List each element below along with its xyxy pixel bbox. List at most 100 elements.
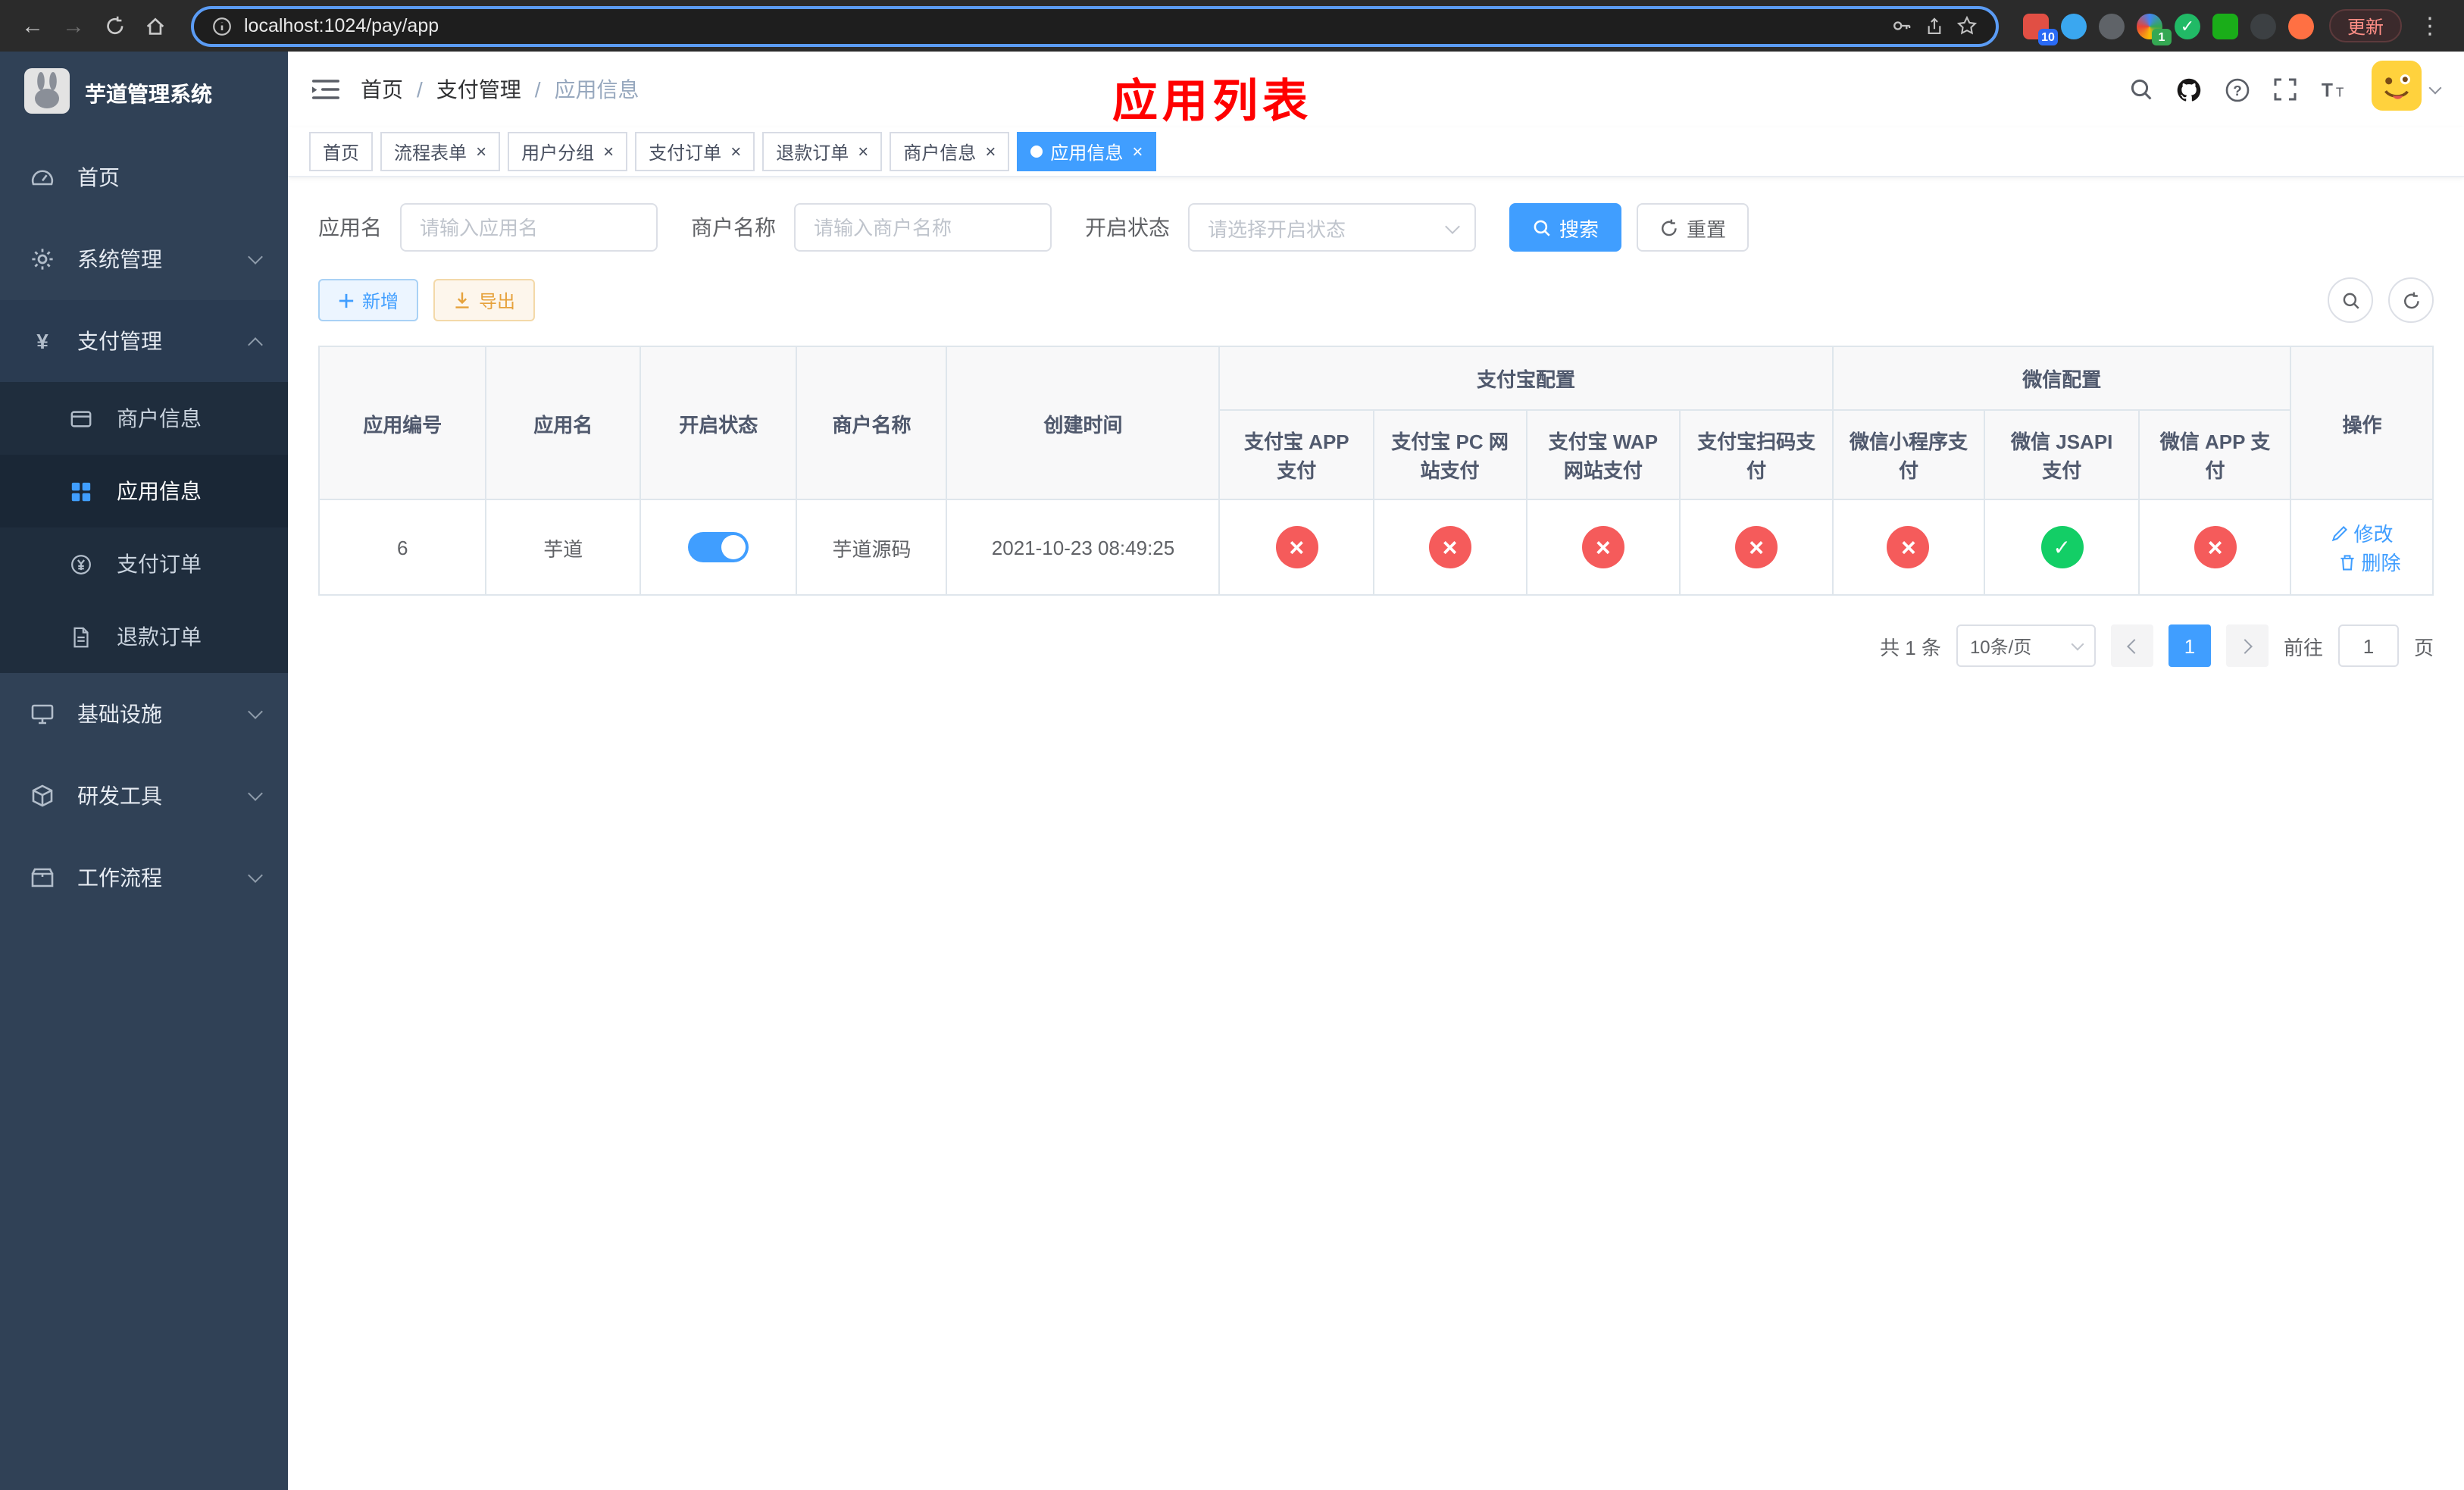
bookmark-star-icon[interactable] xyxy=(1956,15,1978,36)
extension-icon-6[interactable] xyxy=(2212,13,2238,39)
url-text[interactable]: localhost:1024/pay/app xyxy=(244,15,1879,36)
filter-app-name: 应用名 xyxy=(318,203,658,252)
delete-button[interactable]: 删除 xyxy=(2338,547,2400,576)
sidebar-item-app-info[interactable]: 应用信息 xyxy=(0,455,288,527)
browser-menu-icon[interactable]: ⋮ xyxy=(2408,12,2452,39)
sidebar-item-payment[interactable]: ¥ 支付管理 xyxy=(0,300,288,382)
page-number-current[interactable]: 1 xyxy=(2168,624,2211,667)
sidebar-item-dev-tools[interactable]: 研发工具 xyxy=(0,755,288,837)
active-dot xyxy=(1030,146,1043,158)
extension-icon-4[interactable]: 1 xyxy=(2136,13,2172,45)
tab-home[interactable]: 首页 xyxy=(309,132,374,171)
browser-update-button[interactable]: 更新 xyxy=(2328,9,2402,42)
extension-icon-8[interactable] xyxy=(2287,13,2314,39)
search-button[interactable]: 搜索 xyxy=(1509,203,1622,252)
status-toggle[interactable] xyxy=(688,532,749,562)
col-header-alipay-wap: 支付宝 WAP 网站支付 xyxy=(1525,409,1681,500)
extension-icon-2[interactable] xyxy=(2060,13,2087,39)
prev-page-button[interactable] xyxy=(2110,624,2153,667)
fullscreen-icon[interactable] xyxy=(2273,77,2297,102)
key-icon[interactable] xyxy=(1891,15,1912,36)
trash-icon xyxy=(2340,554,2355,570)
user-menu[interactable] xyxy=(2372,61,2442,118)
browser-reload-button[interactable] xyxy=(94,5,135,46)
cell-wechat-app xyxy=(2138,499,2292,596)
goto-label: 前往 xyxy=(2283,636,2323,659)
tab-merchant-info[interactable]: 商户信息 × xyxy=(890,132,1010,171)
tab-label: 首页 xyxy=(323,142,360,163)
sidebar-item-workflow[interactable]: 工作流程 xyxy=(0,837,288,919)
close-icon[interactable]: × xyxy=(985,142,996,161)
tab-app-info[interactable]: 应用信息 × xyxy=(1017,132,1157,171)
tab-pay-order[interactable]: 支付订单 × xyxy=(635,132,755,171)
reset-button-label: 重置 xyxy=(1687,218,1727,240)
browser-home-button[interactable] xyxy=(135,5,176,46)
sidebar-item-label: 工作流程 xyxy=(77,866,162,890)
export-button-label: 导出 xyxy=(479,290,516,311)
sidebar-toggle-icon[interactable] xyxy=(312,77,339,102)
breadcrumb-item-payment[interactable]: 支付管理 xyxy=(436,74,521,105)
chevron-down-icon xyxy=(248,868,263,883)
sidebar-item-pay-order[interactable]: 支付订单 xyxy=(0,527,288,600)
tab-process-form[interactable]: 流程表单 × xyxy=(380,132,501,171)
url-bar[interactable]: localhost:1024/pay/app xyxy=(191,5,1999,46)
col-header-merchant: 商户名称 xyxy=(796,346,948,500)
add-button[interactable]: 新增 xyxy=(318,279,419,321)
status-select[interactable]: 请选择开启状态 xyxy=(1188,203,1476,252)
refresh-icon xyxy=(2403,291,2419,308)
app-frame: 芋道管理系统 首页 系统管理 ¥ 支付管理 商户信息 应用信息 支付订单 退款订… xyxy=(0,52,2464,1490)
chevron-down-icon xyxy=(2071,637,2084,650)
tab-user-group[interactable]: 用户分组 × xyxy=(508,132,628,171)
sidebar-item-merchant-info[interactable]: 商户信息 xyxy=(0,382,288,455)
edit-button[interactable]: 修改 xyxy=(2331,518,2393,547)
status-cross-icon xyxy=(1887,526,1930,568)
font-size-icon[interactable]: TT xyxy=(2320,77,2349,102)
extension-icon-7[interactable] xyxy=(2250,13,2276,39)
col-header-wechat-lite: 微信小程序支付 xyxy=(1831,409,1986,500)
close-icon[interactable]: × xyxy=(858,142,868,161)
gear-icon xyxy=(30,247,58,271)
status-cross-icon xyxy=(1275,526,1318,568)
browser-forward-button[interactable]: → xyxy=(53,5,94,46)
sidebar-item-label: 商户信息 xyxy=(117,406,202,430)
status-label: 开启状态 xyxy=(1085,215,1170,239)
total-count: 共 1 条 xyxy=(1880,636,1941,659)
cell-create-time: 2021-10-23 08:49:25 xyxy=(946,499,1221,596)
browser-back-button[interactable]: ← xyxy=(12,5,53,46)
app-name-input[interactable] xyxy=(400,203,658,252)
tab-refund-order[interactable]: 退款订单 × xyxy=(762,132,883,171)
avatar[interactable] xyxy=(2372,61,2422,118)
yen-icon: ¥ xyxy=(30,329,58,353)
extension-icon-5[interactable]: ✓ xyxy=(2174,13,2200,39)
header-search-icon[interactable] xyxy=(2129,77,2153,102)
extension-badge: 1 xyxy=(2151,28,2172,45)
refresh-table-button[interactable] xyxy=(2388,277,2434,323)
sidebar-item-refund-order[interactable]: 退款订单 xyxy=(0,600,288,673)
sidebar-item-system[interactable]: 系统管理 xyxy=(0,218,288,300)
close-icon[interactable]: × xyxy=(476,142,486,161)
next-page-button[interactable] xyxy=(2225,624,2269,667)
reset-button[interactable]: 重置 xyxy=(1637,203,1750,252)
breadcrumb-item-home[interactable]: 首页 xyxy=(361,74,403,105)
info-icon[interactable] xyxy=(212,16,232,36)
close-icon[interactable]: × xyxy=(603,142,614,161)
github-icon[interactable] xyxy=(2176,77,2202,102)
sidebar-item-home[interactable]: 首页 xyxy=(0,136,288,218)
help-icon[interactable]: ? xyxy=(2225,77,2250,102)
share-icon[interactable] xyxy=(1925,16,1944,36)
merchant-name-input[interactable] xyxy=(794,203,1052,252)
breadcrumb-separator: / xyxy=(417,77,423,102)
goto-page-input[interactable] xyxy=(2337,624,2399,667)
close-icon[interactable]: × xyxy=(730,142,741,161)
page-size-select[interactable]: 10条/页 xyxy=(1956,624,2096,667)
add-button-label: 新增 xyxy=(362,290,399,311)
show-search-button[interactable] xyxy=(2328,277,2373,323)
pagination: 共 1 条 10条/页 1 前往 页 xyxy=(318,624,2434,667)
extension-icon-3[interactable] xyxy=(2098,13,2125,39)
grid-icon xyxy=(70,480,97,502)
cell-alipay-app xyxy=(1218,499,1375,596)
close-icon[interactable]: × xyxy=(1132,142,1143,161)
extension-icon-1[interactable]: 10 xyxy=(2022,13,2058,45)
sidebar-item-infra[interactable]: 基础设施 xyxy=(0,673,288,755)
export-button[interactable]: 导出 xyxy=(433,279,536,321)
